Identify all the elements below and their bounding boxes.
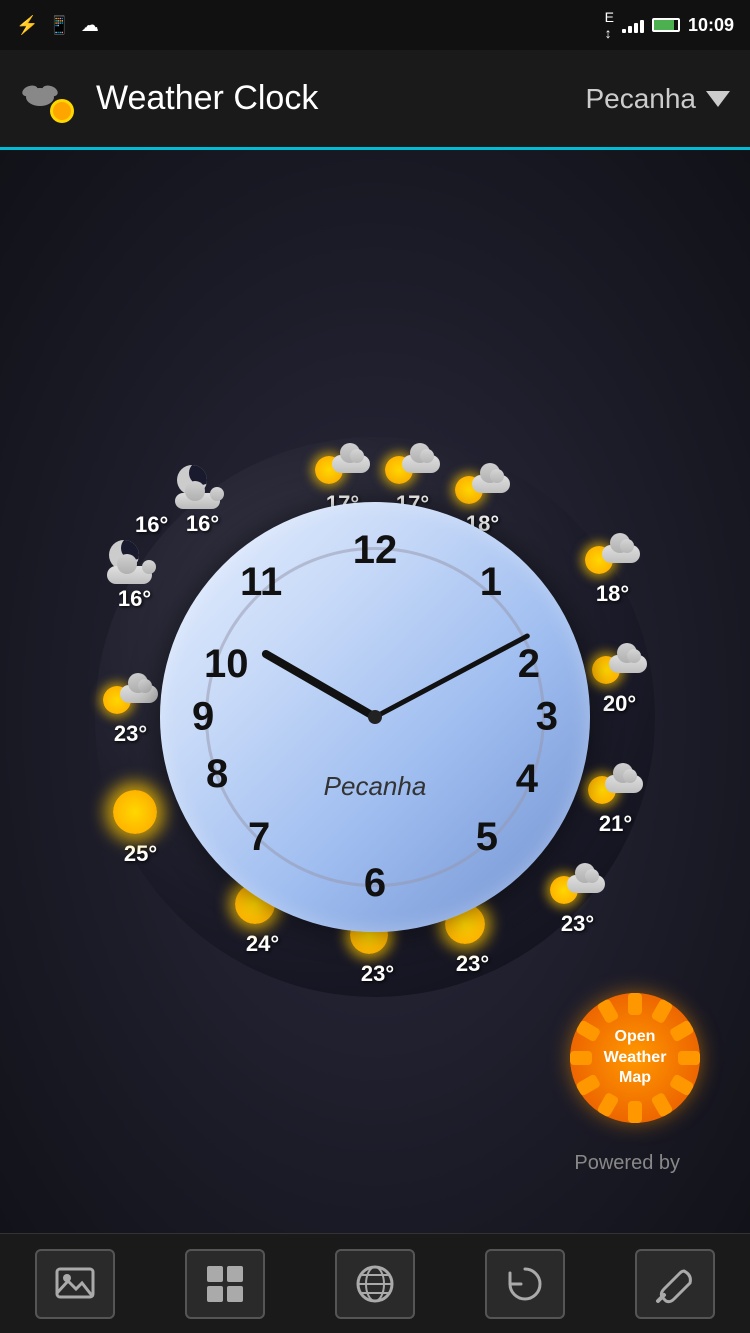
image-icon	[54, 1263, 96, 1305]
clock-center-dot	[368, 710, 382, 724]
signal-e-label: E↕	[605, 9, 614, 41]
clock-face[interactable]: 12 1 2 3 4 5 6 7 8 9 10 11 Pecanha	[160, 502, 590, 932]
bar1	[622, 29, 626, 33]
weather-icon-bottom-right	[550, 867, 605, 909]
app-logo	[20, 69, 80, 129]
weather-icon-left-mid	[103, 677, 158, 719]
weather-item-right-lower: 21°	[588, 767, 643, 837]
clock-num-5: 5	[476, 815, 498, 860]
weather-icon-left-lower	[113, 797, 168, 839]
wallpaper-button[interactable]	[35, 1249, 115, 1319]
bar2	[628, 26, 632, 33]
weather-icon-right-lower	[588, 767, 643, 809]
weather-item-top-left2: 16°	[135, 512, 168, 538]
cloud-icon: ☁	[81, 15, 99, 36]
app-location: Pecanha	[585, 83, 696, 115]
clock-city-label: Pecanha	[324, 771, 427, 802]
grid-icon	[204, 1263, 246, 1305]
weather-item-left-mid: 23°	[103, 677, 158, 747]
clock-num-6: 6	[364, 861, 386, 906]
weather-item-left-top: 16°	[107, 542, 162, 612]
clock-num-7: 7	[248, 815, 270, 860]
notification-icon: 📱	[48, 15, 70, 36]
usb-icon: ⚡	[16, 15, 38, 36]
app-title: Weather Clock	[96, 79, 585, 118]
weather-item-left-lower: 25°	[113, 797, 168, 867]
weather-icon-top-left	[175, 467, 230, 509]
weather-item-right-mid: 20°	[592, 647, 647, 717]
settings-button[interactable]	[635, 1249, 715, 1319]
bottom-bar	[0, 1233, 750, 1333]
weather-temp-right-mid: 20°	[603, 691, 636, 717]
status-left-icons: ⚡ 📱 ☁	[16, 15, 99, 36]
clock-outer-ring: 17° 17° 18° 18°	[95, 437, 655, 997]
weather-temp-bottom-left: 24°	[246, 931, 279, 957]
weather-item-bottom-right: 23°	[550, 867, 605, 937]
weather-icon-top2	[385, 447, 440, 489]
clock-num-9: 9	[192, 694, 214, 739]
clock-num-1: 1	[480, 560, 502, 605]
status-bar: ⚡ 📱 ☁ E↕ 10:09	[0, 0, 750, 50]
clock-num-2: 2	[518, 642, 540, 687]
weather-item-top-left: 16°	[175, 467, 230, 537]
weather-temp-top-left: 16°	[186, 511, 219, 537]
refresh-button[interactable]	[485, 1249, 565, 1319]
weather-temp-left-lower: 25°	[124, 841, 157, 867]
weather-icon-left-top	[107, 542, 162, 584]
main-content: 17° 17° 18° 18°	[0, 150, 750, 1283]
sun-button[interactable]: OpenWeatherMap	[570, 993, 700, 1123]
weather-temp-right-lower: 21°	[599, 811, 632, 837]
weather-map-btn-label: OpenWeatherMap	[604, 1027, 667, 1089]
battery-icon	[652, 18, 680, 32]
weather-item-right-top: 18°	[585, 537, 640, 607]
weather-temp-right-top: 18°	[596, 581, 629, 607]
weather-temp-left-top: 16°	[118, 586, 151, 612]
weather-icon-top1	[315, 447, 370, 489]
weather-temp-top-left2: 16°	[135, 512, 168, 538]
weather-item-bottom2: 23°	[445, 907, 500, 977]
refresh-icon	[504, 1263, 546, 1305]
status-time: 10:09	[688, 15, 734, 36]
clock-num-11: 11	[240, 560, 282, 605]
status-right-icons: E↕ 10:09	[605, 9, 734, 41]
powered-by-label: Powered by	[574, 1152, 680, 1175]
widgets-button[interactable]	[185, 1249, 265, 1319]
weather-temp-left-mid: 23°	[114, 721, 147, 747]
weather-temp-bottom2: 23°	[456, 951, 489, 977]
location-dropdown-arrow[interactable]	[706, 91, 730, 107]
wrench-icon	[654, 1263, 696, 1305]
weather-icon-topright1	[455, 467, 510, 509]
clock-num-4: 4	[516, 757, 538, 802]
clock-num-10: 10	[204, 642, 249, 687]
bar3	[634, 23, 638, 33]
weather-temp-bottom-right: 23°	[561, 911, 594, 937]
clock-num-3: 3	[536, 694, 558, 739]
weather-temp-bottom-center: 23°	[361, 961, 394, 987]
app-bar: Weather Clock Pecanha	[0, 50, 750, 150]
weather-icon-right-mid	[592, 647, 647, 689]
map-button[interactable]	[335, 1249, 415, 1319]
weather-map-button[interactable]: OpenWeatherMap	[570, 993, 700, 1123]
bar4	[640, 20, 644, 33]
clock-num-8: 8	[206, 752, 228, 797]
globe-icon	[354, 1263, 396, 1305]
signal-bars	[622, 17, 644, 33]
clock-num-12: 12	[353, 528, 398, 573]
weather-icon-right-top	[585, 537, 640, 579]
